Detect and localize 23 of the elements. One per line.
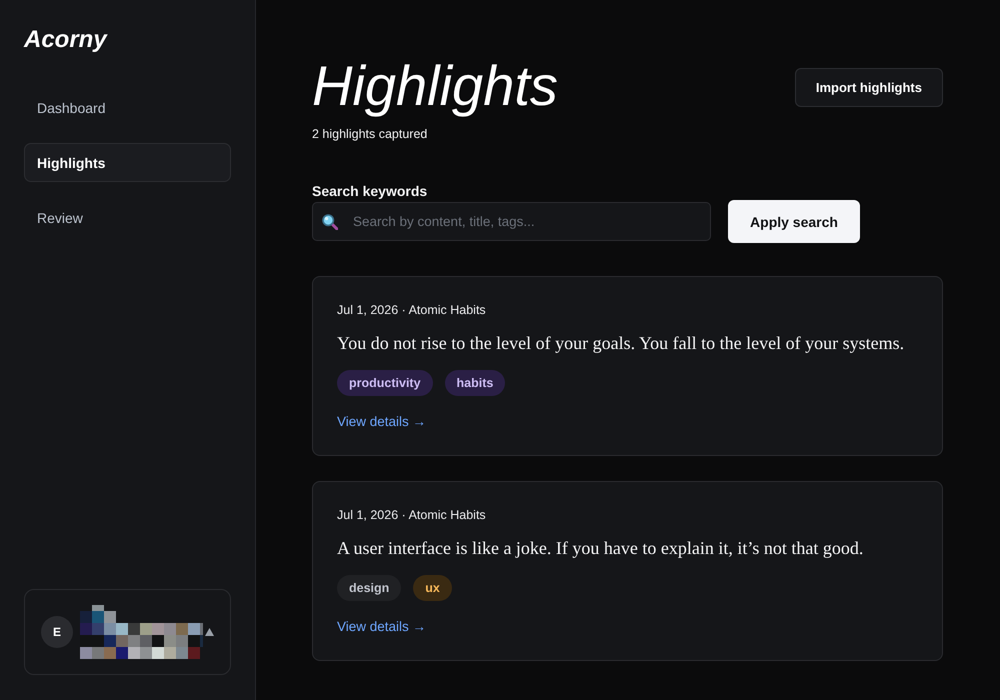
account-switcher[interactable]: E xyxy=(24,589,231,675)
caret-icon xyxy=(205,628,214,636)
highlight-quote: A user interface is like a joke. If you have to explain it, it’s not that good. xyxy=(337,537,864,560)
nav-item[interactable]: Highlights xyxy=(24,143,231,182)
app-logo: Acorny xyxy=(24,25,107,54)
avatar: E xyxy=(41,616,73,648)
nav-item[interactable]: Dashboard xyxy=(24,88,231,127)
tag[interactable]: ux xyxy=(413,575,452,601)
view-details-link[interactable]: View details → xyxy=(337,618,426,636)
tag[interactable]: productivity xyxy=(337,370,433,396)
view-details-link[interactable]: View details → xyxy=(337,413,426,431)
tag[interactable]: design xyxy=(337,575,402,601)
nav-item[interactable]: Review xyxy=(24,198,231,237)
highlight-count: 2 highlights captured xyxy=(312,126,428,142)
highlight-meta: Jul 1, 2026 · Atomic Habits xyxy=(337,302,486,318)
import-button[interactable]: Import highlights xyxy=(794,68,943,107)
tag[interactable]: habits xyxy=(444,370,506,396)
search-field[interactable]: Search by content, title, tags... xyxy=(312,202,711,241)
search-label: Search keywords xyxy=(312,182,428,200)
highlight-quote: You do not rise to the level of your goals. You fall to the level of your systems. xyxy=(337,332,904,355)
apply-search-button[interactable]: Apply search xyxy=(728,200,860,243)
highlight-meta: Jul 1, 2026 · Atomic Habits xyxy=(337,507,486,523)
search-icon xyxy=(322,214,338,230)
